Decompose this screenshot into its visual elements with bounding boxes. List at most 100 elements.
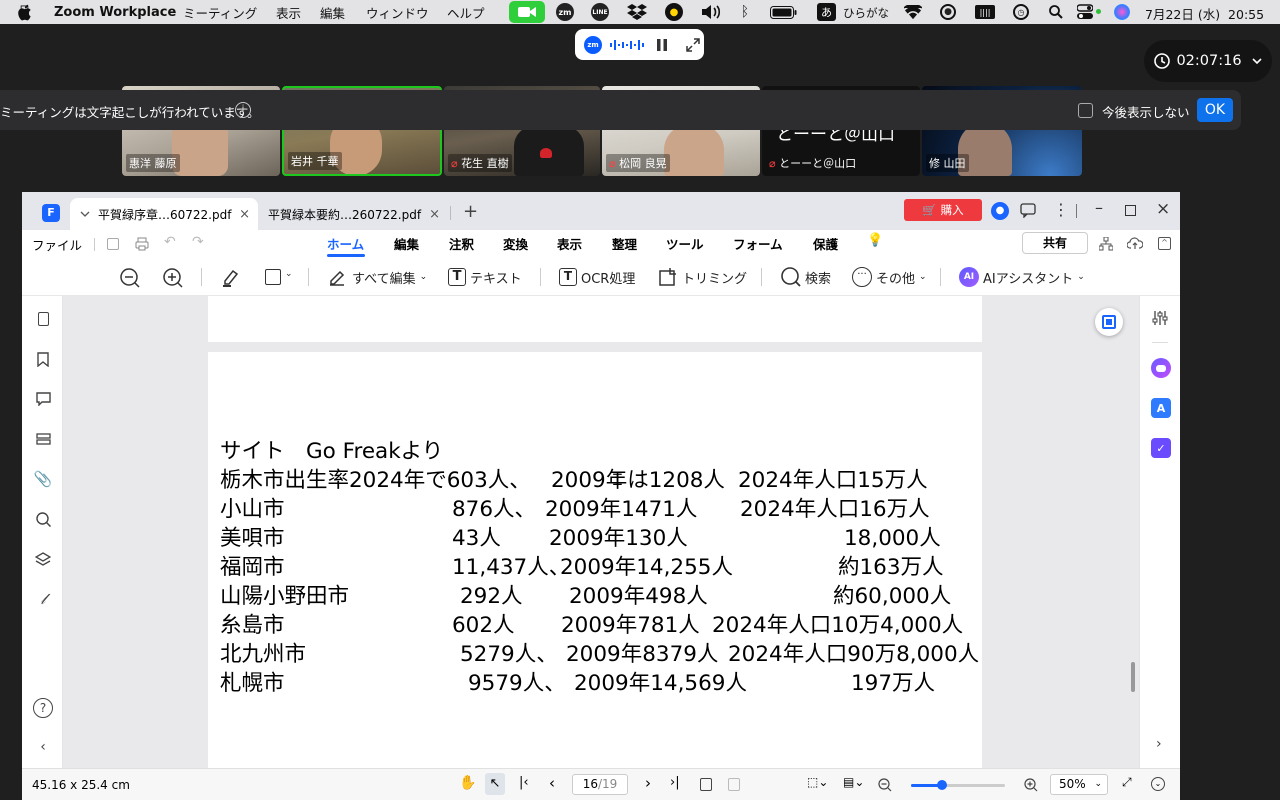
account-avatar[interactable]: ● xyxy=(991,202,1009,220)
more-tools-button[interactable]: ··· その他 ⌄ xyxy=(852,264,927,290)
user-account-icon[interactable]: ● xyxy=(940,4,956,20)
meeting-timer[interactable]: 02:07:16 xyxy=(1144,40,1272,82)
zoom-slider[interactable] xyxy=(911,780,1005,790)
ribbon-tab-forms[interactable]: フォーム xyxy=(733,234,783,253)
translate-icon[interactable]: A xyxy=(1151,398,1171,418)
ocr-button[interactable]: T OCR処理 xyxy=(559,264,635,290)
workflow-icon[interactable] xyxy=(1099,237,1113,251)
chevron-down-icon[interactable] xyxy=(1251,57,1262,65)
page-view-icon[interactable] xyxy=(728,778,740,791)
edit-all-button[interactable]: すべて編集 ⌄ xyxy=(328,264,427,290)
info-icon[interactable]: i xyxy=(235,102,251,118)
zoom-level-select[interactable]: 50% ⌄ xyxy=(1050,774,1108,795)
comment-icon[interactable] xyxy=(34,390,52,408)
print-icon[interactable] xyxy=(135,237,149,251)
ok-button[interactable]: OK xyxy=(1197,98,1233,122)
zoom-in-icon[interactable] xyxy=(163,268,183,288)
status-app-icon[interactable]: ● xyxy=(665,3,683,21)
dont-show-label[interactable]: 今後表示しない xyxy=(1102,102,1190,121)
ribbon-tab-view[interactable]: 表示 xyxy=(557,234,582,253)
time-machine-icon[interactable]: ◷ xyxy=(1013,4,1029,20)
search-button[interactable]: 検索 xyxy=(781,264,831,290)
input-method-badge[interactable]: あ xyxy=(817,3,836,21)
properties-sliders-icon[interactable] xyxy=(1152,310,1168,326)
input-method-label[interactable]: ひらがな xyxy=(843,5,889,21)
minimize-icon[interactable]: – xyxy=(1095,198,1103,217)
menubar-datetime[interactable]: 7月22日 (水) 20:55 xyxy=(1145,4,1264,23)
pause-icon[interactable] xyxy=(656,38,668,51)
checklist-icon[interactable]: ✓ xyxy=(1151,438,1171,458)
tab-document-active[interactable]: 平賀緑序章…60722.pdf × xyxy=(70,198,258,230)
bookmark-icon[interactable] xyxy=(34,350,52,368)
cloud-upload-icon[interactable] xyxy=(1127,237,1143,250)
rotate-icon[interactable] xyxy=(700,778,712,791)
menu-window[interactable]: ウィンドウ xyxy=(366,3,429,22)
menu-meeting[interactable]: ミーティング xyxy=(183,3,257,22)
scroll-mode-icon[interactable]: ▤⌄ xyxy=(843,775,864,789)
select-tool-icon[interactable]: ↖ xyxy=(485,773,505,795)
status-more-icon[interactable]: ⌄ xyxy=(1151,777,1165,791)
hand-tool-icon[interactable]: ✋ xyxy=(459,775,476,791)
attachment-icon[interactable]: 📎 xyxy=(34,470,53,488)
ribbon-tab-home[interactable]: ホーム xyxy=(327,234,364,253)
menu-view[interactable]: 表示 xyxy=(276,3,301,22)
text-tool-button[interactable]: T テキスト xyxy=(448,264,522,290)
ribbon-tab-protect[interactable]: 保護 xyxy=(813,234,838,253)
battery-icon[interactable] xyxy=(770,6,798,19)
ribbon-tab-organize[interactable]: 整理 xyxy=(612,234,637,253)
expand-icon[interactable] xyxy=(686,37,700,52)
volume-icon[interactable] xyxy=(702,5,722,19)
ai-assistant-button[interactable]: AI AIアシスタント ⌄ xyxy=(959,264,1085,290)
collapse-right-icon[interactable]: › xyxy=(1156,736,1162,752)
redo-icon[interactable]: ↷ xyxy=(192,234,204,250)
more-menu-icon[interactable]: ⋮ xyxy=(1053,200,1069,219)
siri-icon[interactable] xyxy=(1114,4,1130,20)
first-page-icon[interactable]: |‹ xyxy=(519,775,529,790)
zoom-status-icon[interactable]: zm xyxy=(556,3,574,21)
help-icon[interactable]: ? xyxy=(33,698,53,718)
last-page-icon[interactable]: ›| xyxy=(670,775,680,790)
ribbon-tab-tools[interactable]: ツール xyxy=(666,234,704,253)
app-name[interactable]: Zoom Workplace xyxy=(54,5,176,20)
ribbon-tab-annotate[interactable]: 注釈 xyxy=(449,234,474,253)
collapse-ribbon-icon[interactable]: ^ xyxy=(1158,237,1171,250)
fullscreen-icon[interactable]: ⤢ xyxy=(1122,775,1132,790)
layers-list-icon[interactable] xyxy=(34,430,52,448)
next-page-icon[interactable]: › xyxy=(645,774,651,792)
tab-document[interactable]: 平賀緑本要約…260722.pdf × xyxy=(258,198,448,230)
new-tab-icon[interactable]: + xyxy=(463,201,478,222)
page-display-mode-icon[interactable]: ⬚⌄ xyxy=(807,775,828,789)
file-menu[interactable]: ファイル xyxy=(32,235,82,254)
pdf-app-logo-icon[interactable]: F xyxy=(42,204,60,222)
search-icon[interactable] xyxy=(34,510,52,528)
highlighter-icon[interactable] xyxy=(221,267,241,287)
trim-button[interactable]: トリミング xyxy=(658,264,747,290)
zoom-in-icon[interactable] xyxy=(1024,778,1038,792)
facetime-camera-icon[interactable] xyxy=(509,1,545,23)
share-button[interactable]: 共有 xyxy=(1022,232,1088,254)
shape-tool-icon[interactable] xyxy=(265,269,281,285)
signature-icon[interactable]: 𝓁 xyxy=(34,590,52,608)
collapse-left-icon[interactable]: ‹ xyxy=(34,738,52,756)
vertical-scrollbar-thumb[interactable] xyxy=(1131,662,1135,692)
control-center-icon[interactable] xyxy=(1077,4,1093,20)
zoom-slider-knob[interactable] xyxy=(937,780,948,790)
lightbulb-icon[interactable]: 💡 xyxy=(867,233,883,248)
menu-edit[interactable]: 編集 xyxy=(320,3,345,22)
save-icon[interactable] xyxy=(107,238,119,250)
buy-button[interactable]: 🛒 購入 xyxy=(904,199,982,221)
keyboard-bars-icon[interactable]: |||| xyxy=(975,5,995,19)
close-tab-icon[interactable]: × xyxy=(429,207,440,222)
bluetooth-icon[interactable]: ᛒ xyxy=(738,3,752,21)
maximize-icon[interactable] xyxy=(1125,205,1136,216)
page-thumbnail-icon[interactable] xyxy=(34,310,52,328)
menu-help[interactable]: ヘルプ xyxy=(447,3,485,22)
close-window-icon[interactable]: × xyxy=(1156,199,1170,219)
chevron-down-icon[interactable]: ⌄ xyxy=(285,269,293,279)
ribbon-tab-convert[interactable]: 変換 xyxy=(503,234,528,253)
feedback-icon[interactable] xyxy=(1020,203,1036,218)
zoom-out-icon[interactable] xyxy=(878,778,892,792)
layers-icon[interactable] xyxy=(34,550,52,568)
dropbox-icon[interactable] xyxy=(627,4,647,20)
ribbon-tab-edit[interactable]: 編集 xyxy=(394,234,419,253)
